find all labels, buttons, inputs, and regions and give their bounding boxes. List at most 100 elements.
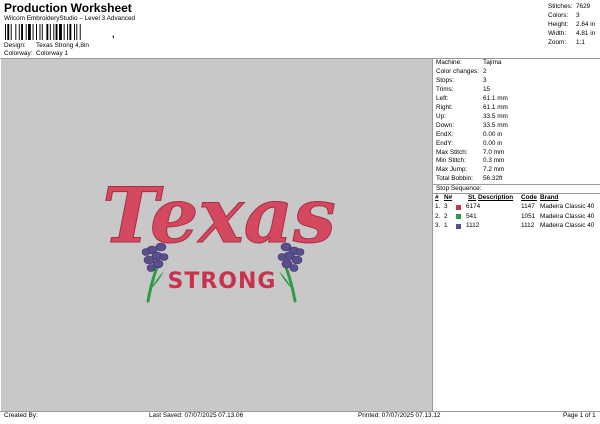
design-preview: Texas STRONG [1,59,432,411]
barcode-bar [59,24,62,40]
stitches-label: Stitches: [548,3,573,10]
col-header-stitches: St. [468,194,477,201]
barcode-bar [18,24,20,40]
down-label: Down: [436,121,455,129]
barcode-bar [49,24,51,40]
barcode-bar [69,24,72,40]
thread-color-swatch [456,223,461,229]
total-bobbin-label: Total Bobbin: [436,175,473,183]
machine-value: Tajima [483,59,502,66]
left-label: Left: [436,94,449,102]
zoom-value: 1:1 [576,39,585,46]
design-block-text: STRONG [168,269,277,294]
height-value: 2.64 in [576,21,596,28]
panel-divider [432,59,433,411]
col-header-needle: N# [444,194,453,201]
created-by: Created By: [4,412,38,419]
row-needle: 3 [444,203,448,210]
row-needle: 1 [444,222,448,229]
endy-label: EndY: [436,139,454,147]
colors-label: Colors: [548,12,569,19]
barcode-bar [32,24,34,40]
machine-label: Machine: [436,59,462,66]
right-label: Right: [436,103,453,111]
max-jump-label: Max Jump: [436,166,468,174]
barcode-bar [7,24,10,40]
endy-value: 0.00 in [483,139,503,147]
barcode-mark: , [112,29,115,39]
row-thread-code: 1112 [466,222,480,229]
stops-label: Stops: [436,76,455,84]
right-value: 61.1 mm [483,103,508,111]
barcode-bar [10,24,12,40]
thread-color-swatch [456,204,461,210]
software-subtitle: Wilcom EmbroideryStudio – Level 3 Advanc… [4,15,136,22]
design-label: Design: [4,42,26,49]
width-value: 4.81 in [576,30,596,37]
max-stitch-label: Max Stitch: [436,148,468,156]
zoom-label: Zoom: [548,39,567,46]
barcode-bar [74,24,75,40]
barcode-bar [41,24,43,40]
row-index: 1. [435,203,441,210]
height-label: Height: [548,21,569,28]
design-value: Texas Strong 4,8in [36,42,89,49]
total-bobbin-value: 56.32ft [483,175,503,183]
barcode-bar [53,24,55,40]
printed-date: Printed: 07/07/2025 07.13.12 [358,412,441,419]
row-thread-code: 541 [466,212,477,220]
endx-value: 0.00 in [483,130,503,138]
page-number: Page 1 of 1 [563,412,596,419]
left-stem [146,265,159,303]
col-header-brand: Brand [540,194,559,201]
down-value: 33.5 mm [483,121,508,129]
up-label: Up: [436,112,446,120]
barcode-bar [46,24,49,40]
row-brand: Madeira Classic 40 [540,203,595,210]
barcode-bar [67,24,69,40]
row-needle: 2 [444,212,448,220]
stop-sequence-title-rule [433,193,600,194]
worksheet-title: Production Worksheet [4,1,132,15]
trims-value: 15 [483,85,491,93]
barcode-bar [79,24,81,40]
stop-sequence-title: Stop Sequence: [436,185,482,192]
design-script-text: Texas [102,171,336,260]
barcode-bar [63,24,65,40]
up-value: 33.5 mm [483,112,508,120]
stitches-value: 7629 [576,3,591,10]
col-header-index: # [435,194,439,201]
max-jump-value: 7.2 mm [483,166,505,174]
embroidery-design: Texas STRONG [102,171,336,303]
min-stitch-label: Min Stitch: [436,157,466,165]
barcode-bar [5,24,6,40]
row-brand: Madeira Classic 40 [540,222,595,229]
row-thread-code: 6174 [466,203,481,210]
right-stem [284,265,297,303]
max-stitch-value: 7.0 mm [483,148,505,156]
barcode-bar [28,24,31,40]
barcode-bar [25,24,27,40]
row-index: 2. [435,212,441,220]
barcode-bar [39,24,41,40]
thread-color-swatch [456,214,461,219]
row-stitches: 1051 [521,212,536,220]
width-label: Width: [548,30,567,37]
stops-value: 3 [483,76,487,84]
left-value: 61.1 mm [483,94,508,102]
color-changes-value: 2 [483,67,487,75]
barcode [5,24,81,40]
row-index: 3. [435,222,441,229]
barcode-bar [15,24,17,40]
color-changes-label: Color changes: [436,67,479,75]
trims-label: Trims: [436,85,454,93]
barcode-bar [76,24,78,40]
col-header-description: Description [478,194,514,201]
min-stitch-value: 0.3 mm [483,157,505,165]
barcode-bar [55,24,58,40]
col-header-code: Code [521,194,537,201]
row-stitches: 1112 [521,222,535,229]
endx-label: EndX: [436,130,454,138]
row-stitches: 1147 [521,203,535,210]
footer-divider [0,411,600,412]
